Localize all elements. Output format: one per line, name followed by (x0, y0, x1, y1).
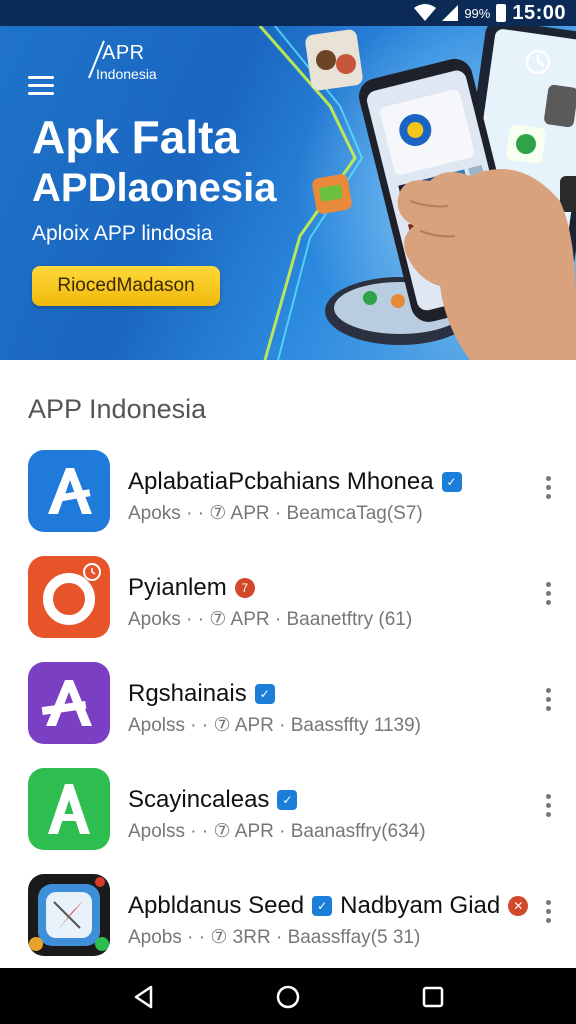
list-item[interactable]: Scayincaleas ✓ Apolss · · ⑦ APR · Baanas… (0, 766, 576, 866)
banner-title-line2: APDlaonesia (32, 166, 277, 210)
app-name: AplabatiaPcbahians Mhonea ✓ (128, 468, 462, 496)
list-item[interactable]: Pyianlem 7 Apoks · · ⑦ APR · Baanetftry … (0, 554, 576, 654)
app-meta: Apobs · · ⑦ 3RR · Baassffay(5 31) (128, 927, 421, 948)
more-options-icon[interactable] (538, 582, 558, 612)
banner-cta-button[interactable]: RiocedMadason (32, 266, 220, 306)
app-meta: Apolss · · ⑦ APR · Baassffty 1139) (128, 715, 421, 736)
alert-badge-icon: 7 (234, 578, 255, 598)
navigation-bar (0, 968, 576, 1024)
app-meta: Apolss · · ⑦ APR · Baanasffry(634) (128, 821, 426, 842)
battery-icon (496, 4, 507, 22)
verified-badge-icon: ✓ (254, 684, 275, 704)
app-name: Rgshainais ✓ (128, 680, 275, 708)
list-item[interactable]: AplabatiaPcbahians Mhonea ✓ Apoks · · ⑦ … (0, 448, 576, 548)
verified-badge-icon: ✓ (277, 790, 298, 810)
battery-percent: 99% (464, 5, 491, 21)
a-blue-icon (28, 450, 110, 532)
more-options-icon[interactable] (538, 688, 558, 718)
close-badge-icon: ✕ (508, 896, 529, 916)
more-options-icon[interactable] (538, 794, 558, 824)
app-meta: Apoks · · ⑦ APR · BeamcaTag(S7) (128, 503, 423, 524)
more-options-icon[interactable] (538, 900, 558, 930)
app-name: Apbldanus Seed ✓ Nadbyam Giad ✕ (128, 892, 529, 920)
banner-title-line1: Apk Falta (32, 111, 240, 163)
list-item[interactable]: Rgshainais ✓ Apolss · · ⑦ APR · Baassfft… (0, 660, 576, 760)
list-item[interactable]: Apbldanus Seed ✓ Nadbyam Giad ✕ Apobs · … (0, 872, 576, 972)
signal-icon (442, 5, 459, 21)
section-title: APP Indonesia (28, 394, 207, 424)
clock-icon[interactable] (524, 48, 552, 76)
verified-badge-icon: ✓ (441, 472, 462, 492)
promo-banner[interactable]: APR Indonesia Apk Falta APDlaonesia Aplo… (0, 26, 576, 360)
status-icons: 99% 15:00 (414, 0, 566, 26)
verified-badge-icon: ✓ (312, 896, 333, 916)
ring-orange-icon (28, 556, 110, 638)
logo-subtitle: Indonesia (96, 66, 157, 82)
home-icon[interactable] (275, 984, 301, 1010)
back-icon[interactable] (131, 984, 157, 1010)
hamburger-menu-icon[interactable] (28, 76, 54, 96)
clock-time: 15:00 (512, 1, 566, 24)
a-green-icon (28, 768, 110, 850)
more-options-icon[interactable] (538, 476, 558, 506)
recents-icon[interactable] (420, 984, 446, 1010)
app-meta: Apoks · · ⑦ APR · Baanetftry (61) (128, 609, 413, 630)
banner-subtitle: Aploix APP lindosia (32, 222, 213, 245)
app-name: Pyianlem 7 (128, 574, 255, 602)
logo-title: APR (102, 42, 145, 64)
app-name: Scayincaleas ✓ (128, 786, 298, 814)
status-bar: 99% 15:00 (0, 0, 576, 26)
wifi-icon (414, 4, 437, 21)
a-purple-icon (28, 662, 110, 744)
compass-icon (28, 874, 110, 956)
